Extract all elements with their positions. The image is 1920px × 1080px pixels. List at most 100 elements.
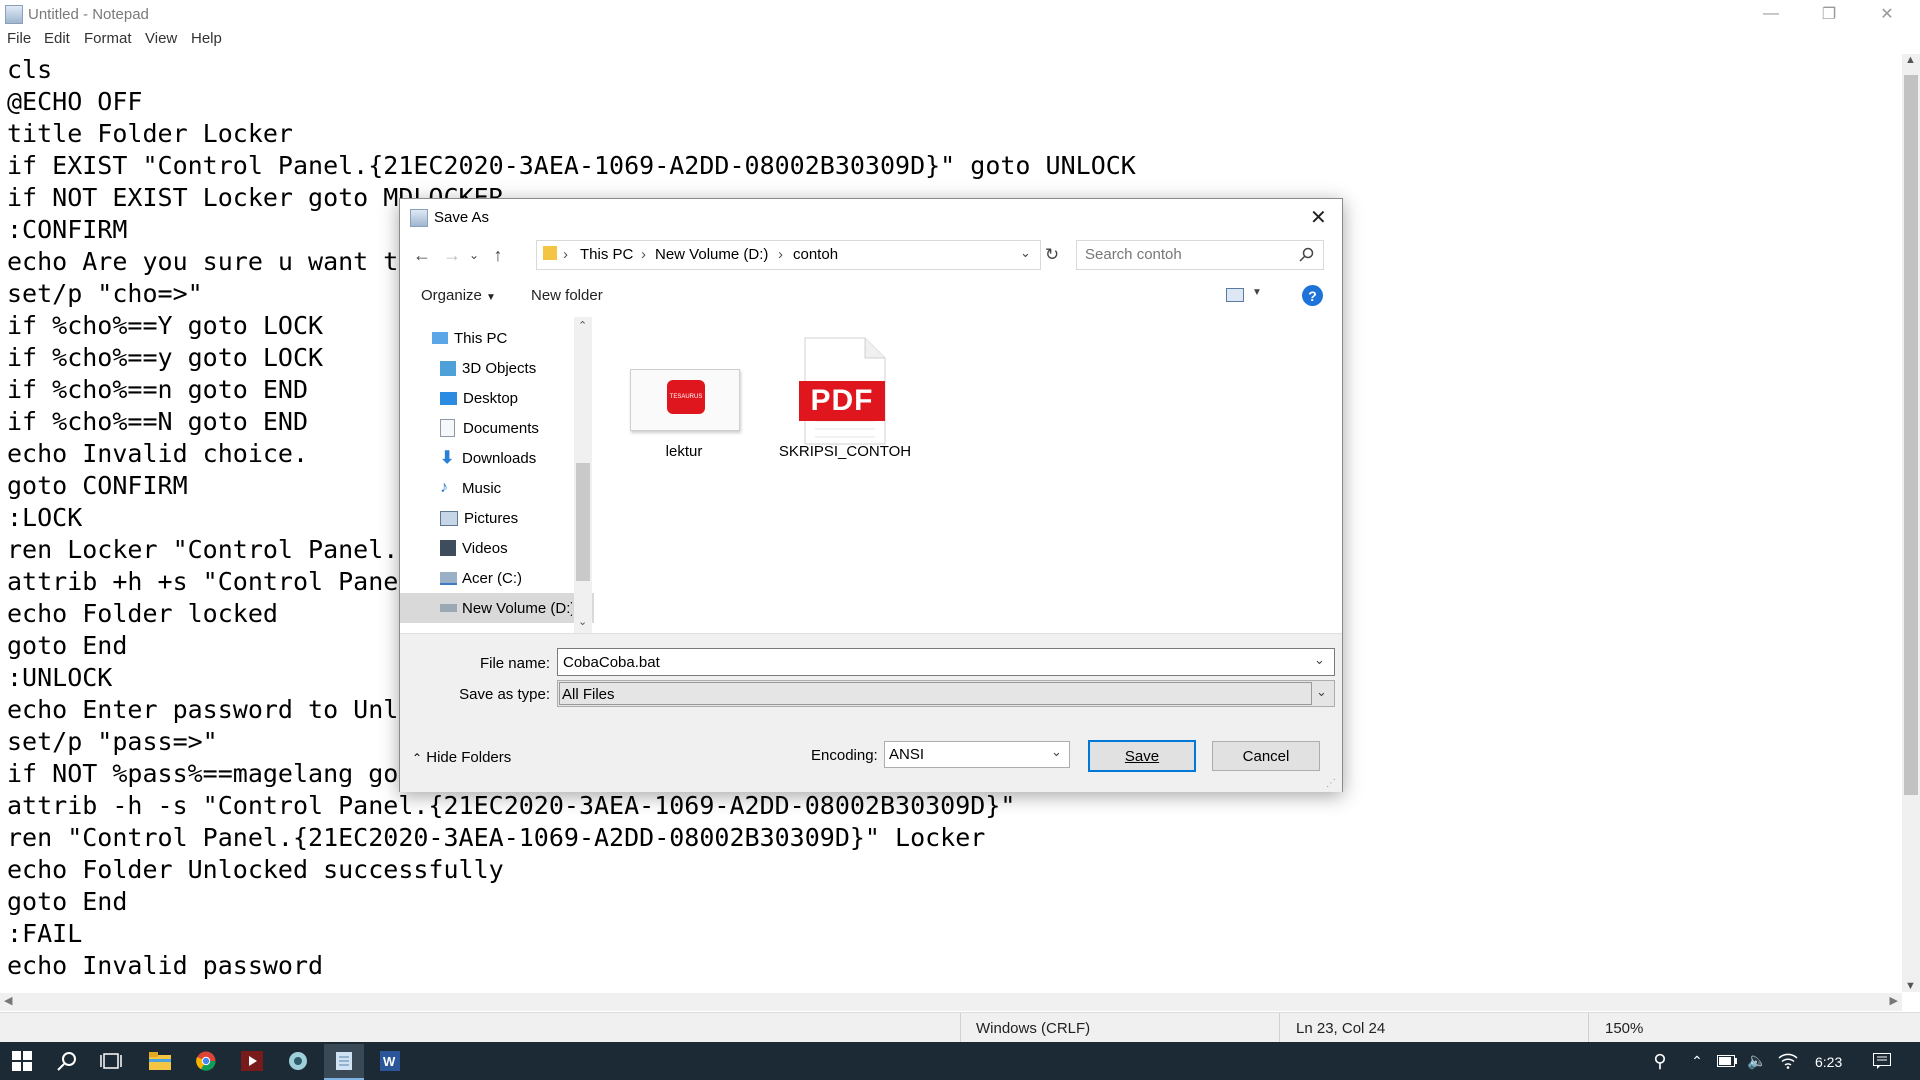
notepad-title-bar[interactable]: Untitled - Notepad — ❐ ✕ bbox=[0, 0, 1920, 28]
editor-line[interactable]: attrib -h -s "Control Panel.{21EC2020-3A… bbox=[7, 790, 1897, 822]
new-folder-button[interactable]: New folder bbox=[531, 287, 603, 304]
scroll-up-icon[interactable]: ▲ bbox=[1905, 54, 1916, 66]
back-arrow-icon[interactable]: ← bbox=[410, 243, 434, 267]
chevron-down-icon[interactable]: ⌄ bbox=[1316, 684, 1327, 700]
dialog-toolbar: Organize ▼ New folder ▼ ? bbox=[400, 275, 1342, 318]
action-center-icon[interactable] bbox=[1862, 1046, 1902, 1076]
taskbar-media-app[interactable] bbox=[232, 1046, 272, 1076]
chevron-up-icon: ⌃ bbox=[412, 751, 423, 765]
nav-label: Music bbox=[462, 479, 502, 497]
editor-line[interactable]: if EXIST "Control Panel.{21EC2020-3AEA-1… bbox=[7, 150, 1897, 182]
cube-icon bbox=[440, 360, 456, 376]
file-name-input[interactable]: CobaCoba.bat ⌄ bbox=[557, 648, 1335, 676]
editor-line[interactable]: cls bbox=[7, 54, 1897, 86]
save-as-dialog: Save As ✕ ← → ⌄ ↑ › This PC › New Volume… bbox=[399, 198, 1343, 792]
dialog-bottom-area: File name: CobaCoba.bat ⌄ Save as type: … bbox=[400, 633, 1342, 792]
dialog-close-icon[interactable]: ✕ bbox=[1310, 205, 1327, 230]
forward-arrow-icon[interactable]: → bbox=[440, 243, 464, 267]
menu-file[interactable]: File bbox=[7, 30, 31, 47]
taskbar: W ⚲ ⌃ 🔈 6:23 bbox=[0, 1042, 1920, 1080]
chevron-down-icon[interactable]: ⌄ bbox=[578, 615, 587, 628]
dialog-title: Save As bbox=[434, 209, 490, 226]
chrome-icon bbox=[196, 1051, 216, 1071]
people-icon[interactable]: ⚲ bbox=[1640, 1046, 1680, 1076]
up-arrow-icon[interactable]: ↑ bbox=[486, 243, 510, 267]
nav-label: Acer (C:) bbox=[462, 569, 522, 587]
menu-edit[interactable]: Edit bbox=[44, 30, 70, 47]
scroll-right-icon[interactable]: ▶ bbox=[1890, 994, 1898, 1007]
wifi-icon[interactable] bbox=[1768, 1046, 1808, 1076]
encoding-value: ANSI bbox=[889, 746, 925, 763]
chevron-down-icon: ▼ bbox=[486, 292, 496, 303]
address-bar-row: ← → ⌄ ↑ › This PC › New Volume (D:) › co… bbox=[400, 235, 1342, 275]
taskbar-notepad-active[interactable] bbox=[324, 1044, 364, 1080]
maximize-button[interactable]: ❐ bbox=[1800, 0, 1858, 28]
address-dropdown-icon[interactable]: ⌄ bbox=[1020, 245, 1031, 261]
nav-label: Documents bbox=[463, 419, 539, 437]
encoding-label: Encoding: bbox=[811, 747, 878, 764]
notepad-icon bbox=[336, 1052, 352, 1070]
breadcrumb-new-volume[interactable]: New Volume (D:) bbox=[655, 246, 768, 263]
breadcrumb-chevron-icon: › bbox=[778, 246, 783, 263]
status-position: Ln 23, Col 24 bbox=[1296, 1020, 1386, 1037]
editor-line[interactable]: title Folder Locker bbox=[7, 118, 1897, 150]
organize-button[interactable]: Organize ▼ bbox=[421, 287, 496, 304]
nav-label: Desktop bbox=[463, 389, 519, 407]
file-list: TESAURUS lektur PDF SKRIPSI_CONTOH bbox=[594, 317, 1342, 633]
music-note-icon: ♪ bbox=[440, 479, 448, 496]
scroll-left-icon[interactable]: ◀ bbox=[4, 994, 12, 1007]
search-button[interactable] bbox=[47, 1046, 87, 1076]
chevron-up-icon[interactable]: ⌃ bbox=[578, 319, 587, 332]
vertical-scroll-thumb[interactable] bbox=[1904, 75, 1918, 795]
nav-scrollbar[interactable]: ⌃ ⌄ bbox=[574, 317, 592, 633]
breadcrumb-this-pc[interactable]: This PC bbox=[580, 246, 633, 263]
clock-time[interactable]: 6:23 bbox=[1815, 1054, 1842, 1070]
editor-line[interactable]: :FAIL bbox=[7, 918, 1897, 950]
breadcrumb-chevron-icon: › bbox=[563, 246, 568, 263]
editor-line[interactable]: @ECHO OFF bbox=[7, 86, 1897, 118]
minimize-button[interactable]: — bbox=[1742, 0, 1800, 28]
nav-label: This PC bbox=[454, 329, 508, 347]
hide-folders-label: Hide Folders bbox=[426, 749, 512, 766]
save-button[interactable]: Save bbox=[1088, 740, 1196, 772]
start-button[interactable] bbox=[2, 1046, 42, 1076]
svg-text:W: W bbox=[383, 1054, 396, 1069]
encoding-select[interactable]: ANSI ⌄ bbox=[884, 741, 1070, 768]
nav-scroll-thumb[interactable] bbox=[576, 463, 590, 581]
taskbar-file-explorer[interactable] bbox=[140, 1046, 180, 1076]
editor-line[interactable]: echo Invalid password bbox=[7, 950, 1897, 982]
address-bar[interactable]: › This PC › New Volume (D:) › contoh ⌄ bbox=[536, 240, 1041, 270]
taskbar-app[interactable] bbox=[278, 1046, 318, 1076]
refresh-icon[interactable]: ↻ bbox=[1040, 243, 1064, 267]
editor-line[interactable]: echo Folder Unlocked successfully bbox=[7, 854, 1897, 886]
chevron-down-icon[interactable]: ⌄ bbox=[1314, 652, 1325, 668]
close-button[interactable]: ✕ bbox=[1858, 0, 1916, 28]
horizontal-scrollbar[interactable]: ◀ ▶ bbox=[0, 993, 1902, 1011]
taskbar-word[interactable]: W bbox=[370, 1046, 410, 1076]
menu-help[interactable]: Help bbox=[191, 30, 222, 47]
breadcrumb-contoh[interactable]: contoh bbox=[793, 246, 838, 263]
video-app-icon bbox=[241, 1051, 263, 1071]
editor-line[interactable]: ren "Control Panel.{21EC2020-3AEA-1069-A… bbox=[7, 822, 1897, 854]
view-dropdown-icon[interactable]: ▼ bbox=[1252, 287, 1262, 298]
editor-line[interactable]: goto End bbox=[7, 886, 1897, 918]
task-view-button[interactable] bbox=[91, 1046, 131, 1076]
save-as-type-select[interactable]: All Files ⌄ bbox=[557, 680, 1335, 707]
menu-format[interactable]: Format bbox=[84, 30, 132, 47]
download-arrow-icon: ⬇ bbox=[440, 448, 455, 467]
taskbar-chrome[interactable] bbox=[186, 1046, 226, 1076]
dialog-title-bar[interactable]: Save As ✕ bbox=[400, 199, 1342, 235]
help-icon[interactable]: ? bbox=[1302, 285, 1323, 306]
scroll-down-icon[interactable]: ▼ bbox=[1905, 980, 1916, 992]
pdf-badge: PDF bbox=[799, 381, 885, 421]
recent-locations-chevron-icon[interactable]: ⌄ bbox=[462, 243, 486, 267]
search-box[interactable]: Search contoh bbox=[1076, 240, 1324, 270]
file-item-skripsi-contoh[interactable]: PDF SKRIPSI_CONTOH bbox=[760, 331, 911, 467]
view-options-icon[interactable] bbox=[1226, 288, 1244, 302]
save-type-value: All Files bbox=[562, 686, 615, 703]
hide-folders-button[interactable]: ⌃ Hide Folders bbox=[412, 749, 511, 766]
resize-grip-icon[interactable]: ⋰ bbox=[1326, 778, 1336, 789]
menu-view[interactable]: View bbox=[145, 30, 177, 47]
file-item-lektur[interactable]: TESAURUS lektur bbox=[624, 331, 744, 467]
cancel-button[interactable]: Cancel bbox=[1212, 741, 1320, 771]
